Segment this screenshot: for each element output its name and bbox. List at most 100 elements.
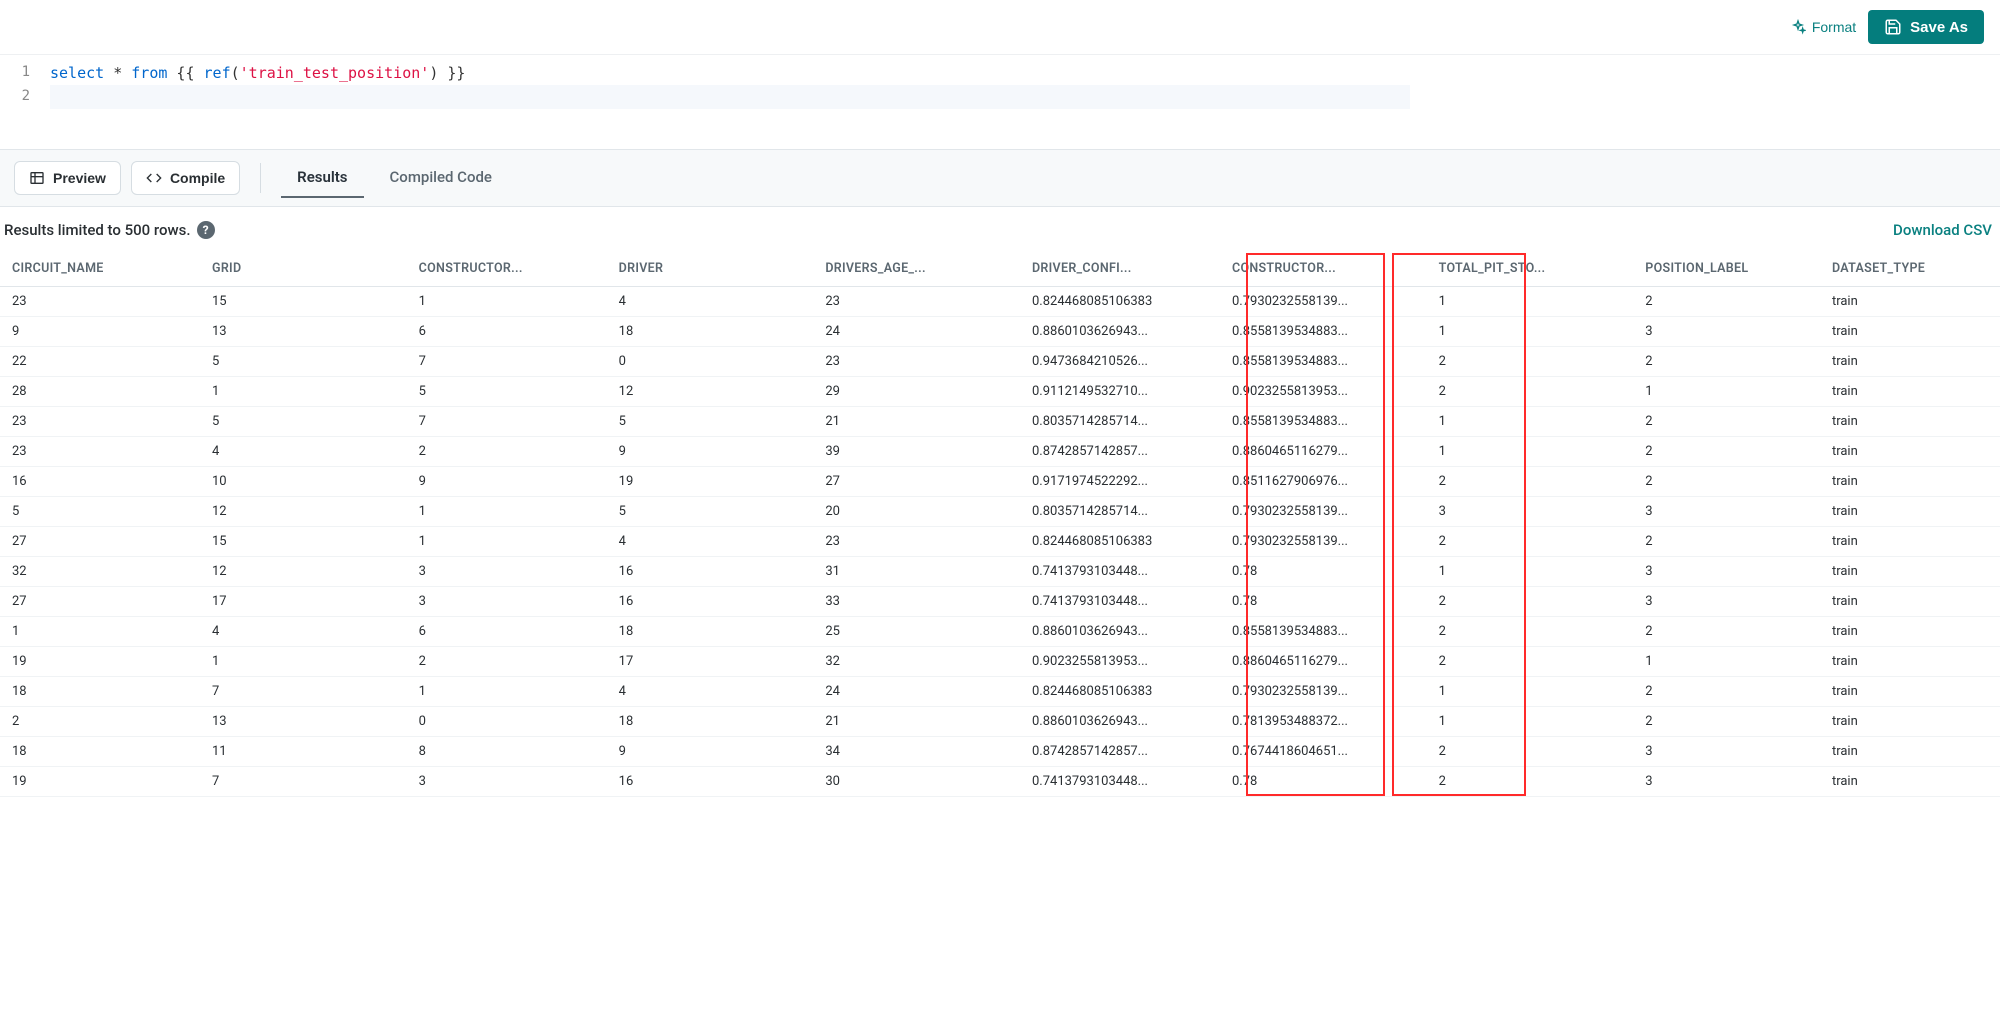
column-header[interactable]: DRIVER_CONFI...	[1020, 251, 1220, 287]
table-cell: 0	[407, 707, 607, 737]
table-cell: 5	[607, 497, 814, 527]
table-cell: 3	[1427, 497, 1634, 527]
compile-button[interactable]: Compile	[131, 161, 240, 195]
table-cell: train	[1820, 647, 2000, 677]
table-cell: 1	[1427, 317, 1634, 347]
table-cell: 3	[407, 587, 607, 617]
format-label: Format	[1812, 19, 1856, 35]
table-cell: 1	[1427, 287, 1634, 317]
results-limit-text: Results limited to 500 rows.	[4, 221, 191, 239]
table-row[interactable]: 271514230.8244680851063830.7930232558139…	[0, 527, 2000, 557]
table-cell: 24	[813, 317, 1020, 347]
table-row[interactable]: 213018210.8860103626943...0.781395348837…	[0, 707, 2000, 737]
table-row[interactable]: 23575210.8035714285714...0.8558139534883…	[0, 407, 2000, 437]
format-button[interactable]: Format	[1790, 19, 1856, 35]
table-cell: 1	[0, 617, 200, 647]
table-cell: 2	[1633, 617, 1820, 647]
column-header[interactable]: CONSTRUCTOR...	[407, 251, 607, 287]
table-cell: 0.824468085106383	[1020, 527, 1220, 557]
tab-results[interactable]: Results	[281, 158, 363, 198]
table-cell: 1	[200, 377, 407, 407]
table-cell: train	[1820, 677, 2000, 707]
code-icon	[146, 170, 162, 186]
table-row[interactable]: 231514230.8244680851063830.7930232558139…	[0, 287, 2000, 317]
table-cell: 4	[607, 677, 814, 707]
table-row[interactable]: 913618240.8860103626943...0.855813953488…	[0, 317, 2000, 347]
table-cell: 3	[1633, 317, 1820, 347]
table-cell: 20	[813, 497, 1020, 527]
column-header[interactable]: CIRCUIT_NAME	[0, 251, 200, 287]
code-editor[interactable]: 1 select * from {{ ref('train_test_posit…	[0, 55, 2000, 149]
table-cell: 23	[0, 407, 200, 437]
table-cell: 2	[1633, 287, 1820, 317]
save-as-button[interactable]: Save As	[1868, 10, 1984, 44]
table-cell: 3	[1633, 497, 1820, 527]
column-header[interactable]: CONSTRUCTOR...	[1220, 251, 1427, 287]
table-row[interactable]: 181189340.8742857142857...0.767441860465…	[0, 737, 2000, 767]
table-row[interactable]: 2717316330.7413793103448...0.7823train	[0, 587, 2000, 617]
table-cell: 18	[607, 617, 814, 647]
table-cell: 2	[1427, 347, 1634, 377]
code-line	[50, 85, 1410, 109]
column-header[interactable]: POSITION_LABEL	[1633, 251, 1820, 287]
table-row[interactable]: 14618250.8860103626943...0.8558139534883…	[0, 617, 2000, 647]
table-cell: 6	[407, 617, 607, 647]
table-cell: 21	[813, 707, 1020, 737]
table-cell: 8	[407, 737, 607, 767]
table-cell: 1	[1427, 707, 1634, 737]
table-cell: 1	[407, 497, 607, 527]
table-cell: 5	[407, 377, 607, 407]
table-cell: 3	[407, 767, 607, 797]
table-cell: 13	[200, 707, 407, 737]
column-header[interactable]: DATASET_TYPE	[1820, 251, 2000, 287]
table-cell: 27	[0, 587, 200, 617]
table-cell: train	[1820, 737, 2000, 767]
top-toolbar: Format Save As	[0, 0, 2000, 55]
table-cell: 33	[813, 587, 1020, 617]
table-cell: 3	[1633, 557, 1820, 587]
table-cell: 0.8860103626943...	[1020, 617, 1220, 647]
table-cell: 3	[1633, 767, 1820, 797]
table-cell: 0.8558139534883...	[1220, 407, 1427, 437]
table-row[interactable]: 3212316310.7413793103448...0.7813train	[0, 557, 2000, 587]
column-header[interactable]: DRIVERS_AGE_...	[813, 251, 1020, 287]
table-cell: train	[1820, 347, 2000, 377]
tab-compiled-code[interactable]: Compiled Code	[374, 158, 508, 198]
table-cell: 12	[200, 497, 407, 527]
table-row[interactable]: 22570230.9473684210526...0.8558139534883…	[0, 347, 2000, 377]
table-row[interactable]: 23429390.8742857142857...0.8860465116279…	[0, 437, 2000, 467]
download-csv-link[interactable]: Download CSV	[1893, 221, 1996, 239]
column-header[interactable]: TOTAL_PIT_STO...	[1427, 251, 1634, 287]
table-cell: 19	[0, 647, 200, 677]
table-cell: 12	[200, 557, 407, 587]
table-cell: 23	[813, 347, 1020, 377]
table-cell: 23	[813, 527, 1020, 557]
table-cell: 1	[407, 677, 607, 707]
table-row[interactable]: 18714240.8244680851063830.7930232558139.…	[0, 677, 2000, 707]
table-row[interactable]: 197316300.7413793103448...0.7823train	[0, 767, 2000, 797]
help-icon[interactable]: ?	[197, 221, 215, 239]
table-row[interactable]: 51215200.8035714285714...0.7930232558139…	[0, 497, 2000, 527]
table-cell: 0.9023255813953...	[1020, 647, 1220, 677]
preview-button[interactable]: Preview	[14, 161, 121, 195]
table-cell: 0.8860465116279...	[1220, 437, 1427, 467]
table-cell: 18	[607, 317, 814, 347]
table-cell: 1	[200, 647, 407, 677]
table-cell: 1	[1427, 677, 1634, 707]
table-cell: train	[1820, 407, 2000, 437]
table-cell: 1	[1633, 647, 1820, 677]
line-number: 1	[0, 61, 50, 85]
table-cell: 0.8558139534883...	[1220, 617, 1427, 647]
table-icon	[29, 170, 45, 186]
table-cell: 9	[0, 317, 200, 347]
column-header[interactable]: DRIVER	[607, 251, 814, 287]
table-row[interactable]: 1610919270.9171974522292...0.85116279069…	[0, 467, 2000, 497]
table-row[interactable]: 191217320.9023255813953...0.886046511627…	[0, 647, 2000, 677]
table-cell: 0	[607, 347, 814, 377]
table-row[interactable]: 281512290.9112149532710...0.902325581395…	[0, 377, 2000, 407]
column-header[interactable]: GRID	[200, 251, 407, 287]
save-icon	[1884, 18, 1902, 36]
table-cell: 2	[1427, 617, 1634, 647]
line-number: 2	[0, 85, 50, 109]
table-cell: 7	[200, 677, 407, 707]
